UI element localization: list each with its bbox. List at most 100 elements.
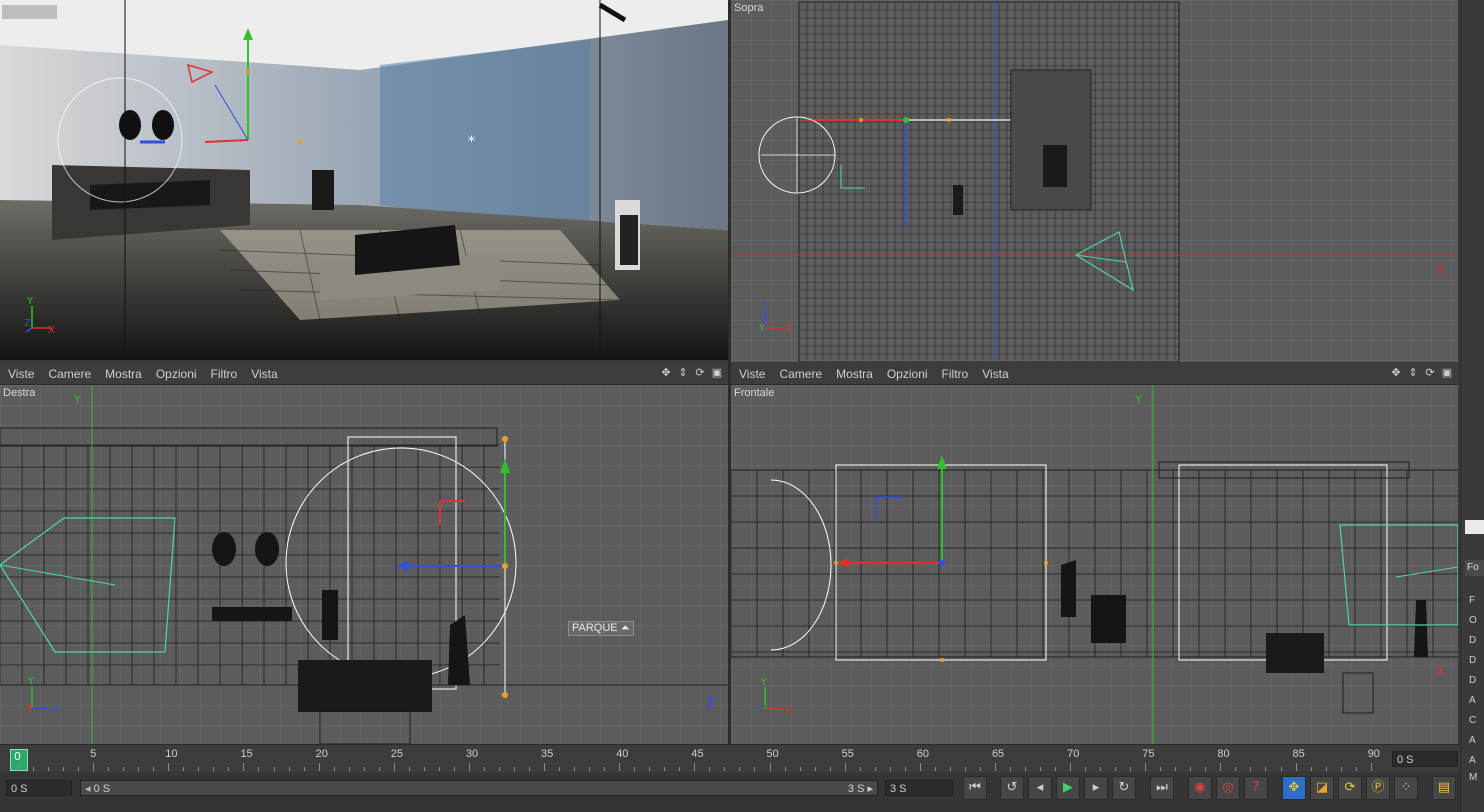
timeline-tick-label: 50 — [766, 748, 779, 760]
svg-text:Z: Z — [706, 696, 714, 710]
strip-item[interactable]: O — [1469, 615, 1477, 626]
help-icon[interactable]: ? — [1244, 776, 1268, 800]
timeline-ruler[interactable]: 0 0 S 5 10 15 20 25 30 35 40 45 50 55 60 65 70 75 80 85 9… — [0, 744, 1460, 773]
timeline-tick — [303, 767, 305, 771]
strip-item[interactable]: D — [1469, 635, 1476, 646]
material-icon: ⏶ — [620, 622, 630, 634]
param-icon[interactable]: Ⓟ — [1366, 776, 1390, 800]
strip-item[interactable]: A — [1469, 695, 1476, 706]
rotate-icon[interactable]: ⟳ — [693, 366, 707, 380]
right-axis-gizmo: Y Z X — [26, 676, 59, 715]
strip-item[interactable]: D — [1469, 675, 1476, 686]
timeline-tick — [483, 767, 485, 771]
menu-mostra[interactable]: Mostra — [836, 367, 873, 381]
first-frame-icon[interactable]: ⏮ — [963, 776, 987, 800]
play-icon[interactable]: ▶ — [1056, 776, 1080, 800]
timeline-end-field[interactable]: 0 S — [1392, 751, 1458, 767]
strip-item[interactable]: F — [1469, 595, 1475, 606]
next-frame-icon[interactable]: ▸ — [1084, 776, 1108, 800]
menu-vista[interactable]: Vista — [982, 367, 1008, 381]
rotate-icon[interactable]: ⟳ — [1423, 366, 1437, 380]
menu-vista[interactable]: Vista — [251, 367, 277, 381]
menu-opzioni[interactable]: Opzioni — [156, 367, 197, 381]
timeline-tick — [1265, 767, 1267, 771]
zoom-icon[interactable]: ⇕ — [676, 366, 690, 380]
move-tool-icon[interactable]: ✥ — [1282, 776, 1306, 800]
timeline-tick — [904, 767, 906, 771]
autokey-icon[interactable]: ◎ — [1216, 776, 1240, 800]
strip-item[interactable]: M — [1469, 772, 1477, 783]
object-tag-parquet[interactable]: PARQUE ⏶ — [568, 621, 634, 636]
scale-tool-icon[interactable]: ◪ — [1310, 776, 1334, 800]
menu-viste[interactable]: Viste — [8, 367, 34, 381]
menu-viste[interactable]: Viste — [739, 367, 765, 381]
current-time-field[interactable]: 0 S — [6, 780, 72, 796]
timeline-tick-label: 10 — [165, 748, 178, 760]
timeline-tick-label: 40 — [616, 748, 629, 760]
perspective-scene: * Y X Z — [0, 0, 728, 360]
range-slider[interactable]: ◂ 0 S 3 S ▸ — [80, 780, 878, 796]
timeline-tick — [1340, 767, 1342, 771]
timeline-tick-label: 60 — [916, 748, 930, 760]
timeline-tick — [739, 767, 741, 771]
last-frame-icon[interactable]: ⏭ — [1150, 776, 1174, 800]
menu-filtro[interactable]: Filtro — [211, 367, 238, 381]
maximize-icon[interactable]: ▣ — [710, 366, 724, 380]
timeline-tick — [348, 767, 350, 771]
front-y-axis-label: Y — [1134, 393, 1142, 406]
playhead[interactable]: 0 — [10, 749, 28, 771]
timeline-tick-label: 45 — [691, 748, 704, 760]
timeline-tick — [604, 767, 606, 771]
prev-key-icon[interactable]: ↺ — [1000, 776, 1024, 800]
perspective-viewport[interactable]: * Y X Z — [0, 0, 728, 360]
range-right-group: 3 S ▸ — [848, 781, 873, 797]
range-right-arrow[interactable]: ▸ — [867, 783, 873, 795]
timeline-tick — [1085, 767, 1087, 771]
strip-item[interactable]: C — [1469, 715, 1476, 726]
range-left-arrow[interactable]: ◂ — [85, 783, 91, 795]
top-viewport[interactable]: Sopra X Z X Y — [731, 0, 1458, 362]
move-icon[interactable]: ✥ — [1389, 366, 1403, 380]
timeline-tick-label: 85 — [1292, 748, 1305, 760]
grid-icon[interactable]: ⁘ — [1394, 776, 1418, 800]
timeline-tick — [889, 767, 891, 771]
film-icon[interactable]: ▤ — [1432, 776, 1456, 800]
timeline-tick — [63, 767, 65, 771]
move-icon[interactable]: ✥ — [659, 366, 673, 380]
timeline-tick — [919, 763, 921, 771]
timeline-tick-label: 25 — [390, 748, 403, 760]
loop-icon[interactable]: ↻ — [1112, 776, 1136, 800]
timeline-tick — [1175, 767, 1177, 771]
menu-filtro[interactable]: Filtro — [942, 367, 969, 381]
svg-text:X: X — [785, 705, 792, 716]
strip-tab[interactable]: Fo — [1465, 560, 1484, 576]
strip-item[interactable]: A — [1469, 735, 1476, 746]
zoom-icon[interactable]: ⇕ — [1406, 366, 1420, 380]
prev-frame-icon[interactable]: ◂ — [1028, 776, 1052, 800]
menu-opzioni[interactable]: Opzioni — [887, 367, 928, 381]
range-end-field[interactable]: 3 S — [885, 780, 953, 796]
menu-mostra[interactable]: Mostra — [105, 367, 142, 381]
timeline-tick — [1235, 767, 1237, 771]
maximize-icon[interactable]: ▣ — [1440, 366, 1454, 380]
right-viewport[interactable]: Destra Y Z X Y Z PARQUE ⏶ — [0, 385, 728, 744]
record-icon[interactable]: ◉ — [1188, 776, 1212, 800]
attributes-strip: Fo F O D D D A C A A M — [1460, 0, 1484, 812]
timeline-tick — [33, 767, 35, 771]
rotate-tool-icon[interactable]: ⟳ — [1338, 776, 1362, 800]
strip-item[interactable]: D — [1469, 655, 1476, 666]
strip-item[interactable]: A — [1469, 755, 1476, 766]
current-time-value: 0 S — [11, 783, 28, 795]
timeline-tick — [48, 767, 50, 771]
timeline-tick — [694, 763, 696, 771]
menu-camere[interactable]: Camere — [48, 367, 91, 381]
timeline-tick — [258, 767, 260, 771]
menu-camere[interactable]: Camere — [779, 367, 822, 381]
svg-text:Y: Y — [760, 677, 768, 688]
top-axis-gizmo: Z X Y — [758, 296, 792, 335]
svg-text:Z: Z — [24, 318, 31, 329]
front-viewport[interactable]: Frontale Y X Y X Z — [731, 385, 1458, 744]
timeline-tick — [664, 767, 666, 771]
timeline-tick — [949, 767, 951, 771]
timeline-tick-label: 15 — [240, 748, 253, 760]
